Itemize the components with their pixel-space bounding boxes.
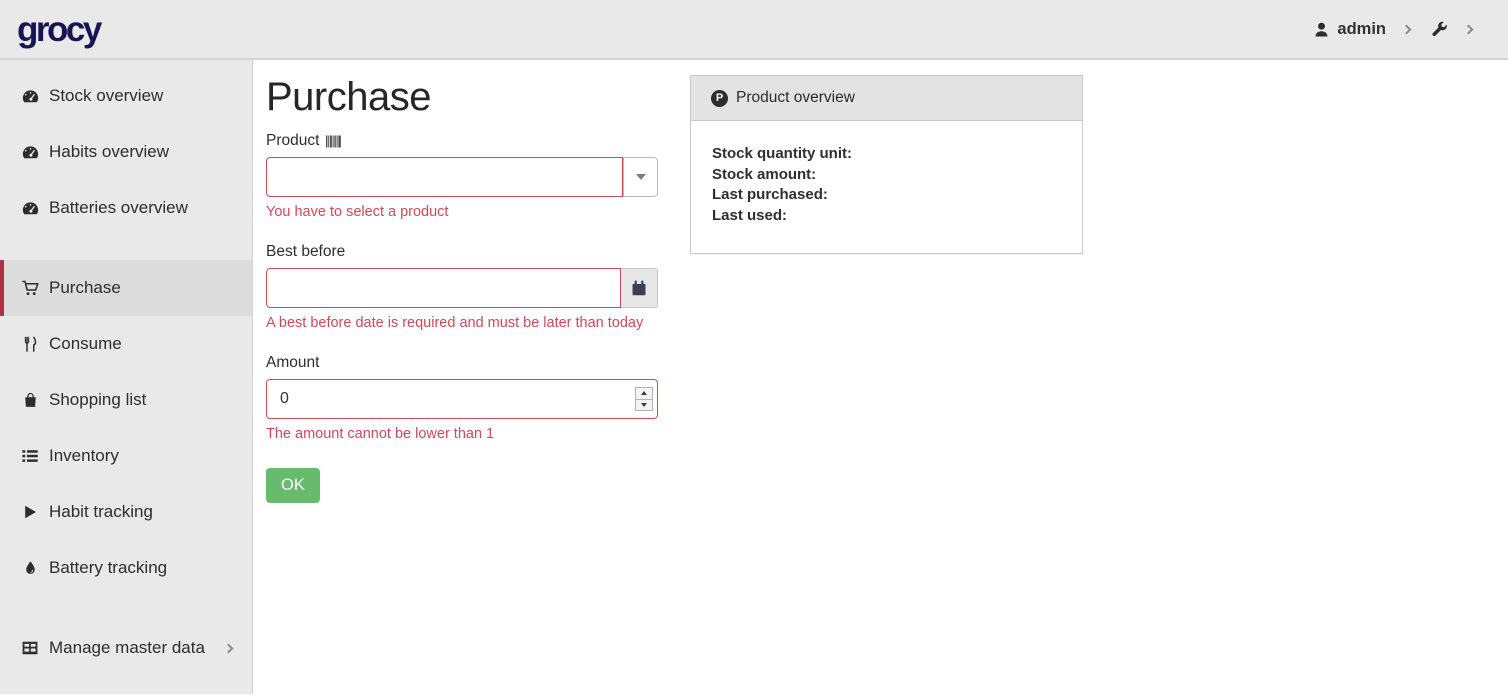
sidebar-item-stock-overview[interactable]: Stock overview xyxy=(0,68,252,124)
purchase-form: Purchase Product You have to select a pr… xyxy=(266,75,658,503)
product-dropdown-button[interactable] xyxy=(623,157,658,197)
shopping-bag-icon xyxy=(20,392,40,409)
amount-error-message: The amount cannot be lower than 1 xyxy=(266,426,658,442)
user-menu: admin xyxy=(1313,20,1478,39)
settings-menu-button[interactable] xyxy=(1430,20,1478,38)
triangle-up-icon xyxy=(641,391,647,395)
amount-label: Amount xyxy=(266,354,658,372)
sidebar-item-batteries-overview[interactable]: Batteries overview xyxy=(0,180,252,236)
product-overview-header: Product overview xyxy=(691,76,1082,121)
last-purchased-label: Last purchased: xyxy=(712,185,1061,206)
sidebar-item-inventory[interactable]: Inventory xyxy=(0,428,252,484)
sidebar-item-purchase[interactable]: Purchase xyxy=(0,260,252,316)
chevron-right-icon xyxy=(1464,24,1474,34)
sidebar: Stock overview Habits overview Batteries… xyxy=(0,60,253,694)
chevron-down-icon xyxy=(636,174,646,180)
wrench-icon xyxy=(1430,20,1448,38)
triangle-down-icon xyxy=(641,403,647,407)
table-icon xyxy=(20,639,40,657)
ok-button[interactable]: OK xyxy=(266,468,320,503)
sidebar-item-label: Inventory xyxy=(49,446,119,466)
sidebar-item-label: Consume xyxy=(49,334,122,354)
sidebar-item-label: Habit tracking xyxy=(49,502,153,522)
user-icon xyxy=(1313,21,1330,38)
tachometer-icon xyxy=(20,143,40,162)
user-menu-label: admin xyxy=(1337,20,1386,39)
play-icon xyxy=(20,504,40,520)
sidebar-item-label: Purchase xyxy=(49,278,121,298)
product-hunt-icon xyxy=(711,90,728,107)
best-before-input[interactable] xyxy=(266,268,621,308)
best-before-label: Best before xyxy=(266,243,658,261)
product-input[interactable] xyxy=(266,157,623,197)
sidebar-item-shopping-list[interactable]: Shopping list xyxy=(0,372,252,428)
cutlery-icon xyxy=(20,336,40,353)
sidebar-item-label: Battery tracking xyxy=(49,558,167,578)
amount-field-group: Amount The amount cannot be lower than 1 xyxy=(266,354,658,442)
chevron-right-icon xyxy=(224,643,234,653)
sidebar-item-habits-overview[interactable]: Habits overview xyxy=(0,124,252,180)
page-title: Purchase xyxy=(266,75,658,119)
best-before-field-group: Best before A best before date is requir… xyxy=(266,243,658,331)
main-content: Purchase Product You have to select a pr… xyxy=(253,60,1508,694)
stock-amount-label: Stock amount: xyxy=(712,165,1061,186)
product-label: Product xyxy=(266,132,658,150)
sidebar-item-label: Shopping list xyxy=(49,390,146,410)
amount-input[interactable] xyxy=(266,379,658,419)
sidebar-item-consume[interactable]: Consume xyxy=(0,316,252,372)
product-overview-panel: Product overview Stock quantity unit: St… xyxy=(690,75,1083,254)
top-navbar: grocy admin xyxy=(0,0,1508,60)
product-overview-body: Stock quantity unit: Stock amount: Last … xyxy=(691,121,1082,253)
stock-quantity-unit-label: Stock quantity unit: xyxy=(712,144,1061,165)
sidebar-item-label: Batteries overview xyxy=(49,198,188,218)
amount-stepper[interactable] xyxy=(635,387,653,411)
product-error-message: You have to select a product xyxy=(266,204,658,220)
list-icon xyxy=(20,447,40,465)
last-used-label: Last used: xyxy=(712,206,1061,227)
product-field-group: Product You have to select a product xyxy=(266,132,658,220)
sidebar-item-label: Manage master data xyxy=(49,638,205,658)
chevron-right-icon xyxy=(1402,24,1412,34)
stepper-up-button[interactable] xyxy=(636,388,652,399)
sidebar-item-label: Stock overview xyxy=(49,86,163,106)
tachometer-icon xyxy=(20,87,40,106)
shopping-cart-icon xyxy=(20,279,40,298)
best-before-error-message: A best before date is required and must … xyxy=(266,315,658,331)
sidebar-item-habit-tracking[interactable]: Habit tracking xyxy=(0,484,252,540)
tachometer-icon xyxy=(20,199,40,218)
calendar-icon xyxy=(630,279,648,297)
calendar-button[interactable] xyxy=(621,268,658,308)
barcode-icon xyxy=(326,135,342,148)
sidebar-item-label: Habits overview xyxy=(49,142,169,162)
product-overview-title: Product overview xyxy=(736,89,855,107)
grocy-logo[interactable]: grocy xyxy=(17,12,100,47)
sidebar-item-manage-master-data[interactable]: Manage master data xyxy=(0,620,252,676)
droplet-icon xyxy=(20,560,40,576)
stepper-down-button[interactable] xyxy=(636,399,652,411)
sidebar-item-battery-tracking[interactable]: Battery tracking xyxy=(0,540,252,596)
user-menu-button[interactable]: admin xyxy=(1313,20,1416,39)
